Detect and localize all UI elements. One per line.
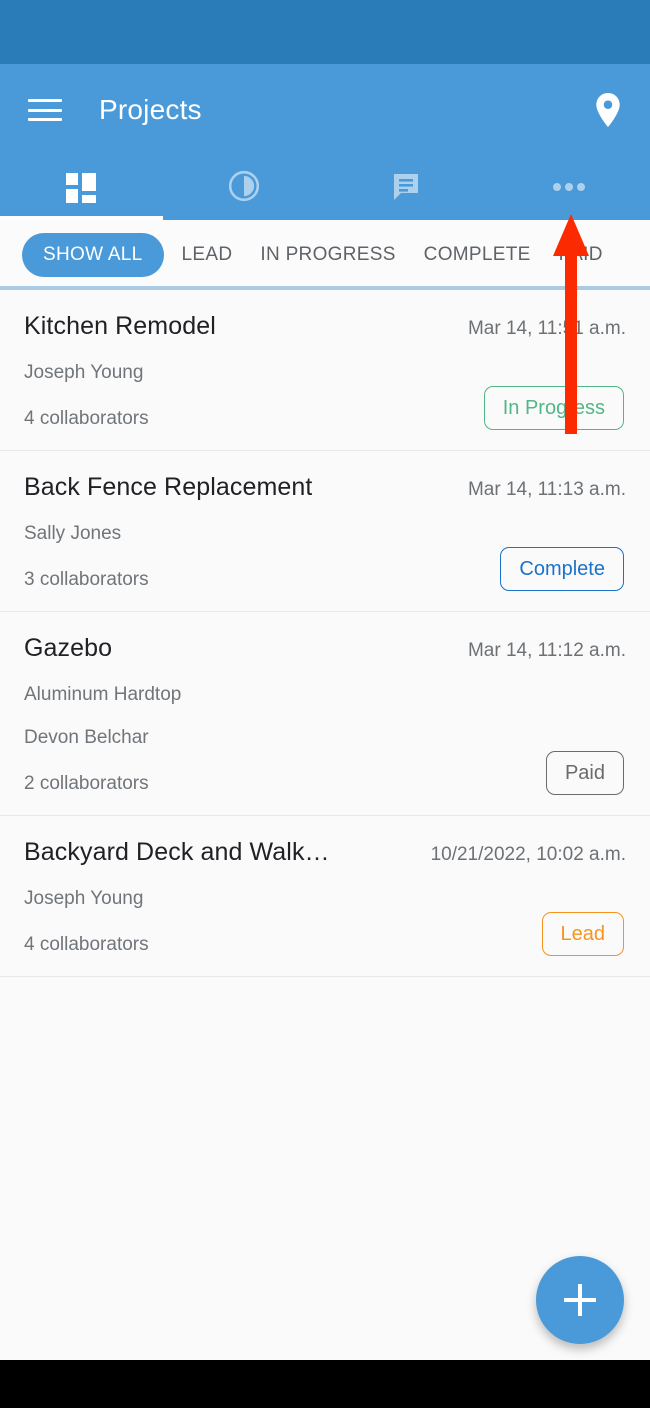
row-header: Kitchen Remodel Mar 14, 11:51 a.m. — [24, 312, 626, 341]
tab-messages[interactable] — [325, 156, 488, 220]
project-date: Mar 14, 11:13 a.m. — [467, 479, 626, 500]
table-row[interactable]: Backyard Deck and Walk… 10/21/2022, 10:0… — [0, 816, 650, 977]
status-badge[interactable]: In Progress — [483, 386, 624, 430]
plus-icon-vertical — [578, 1284, 582, 1316]
table-row[interactable]: Kitchen Remodel Mar 14, 11:51 a.m. Josep… — [0, 290, 650, 451]
project-owner: Joseph Young — [24, 362, 144, 383]
project-list: Kitchen Remodel Mar 14, 11:51 a.m. Josep… — [0, 290, 650, 977]
app-bar-top: Projects — [0, 64, 650, 156]
tab-dashboard[interactable] — [0, 156, 163, 220]
row-header: Backyard Deck and Walk… 10/21/2022, 10:0… — [24, 838, 626, 867]
tab-more[interactable] — [488, 156, 650, 220]
project-date: Mar 14, 11:12 a.m. — [467, 640, 626, 661]
system-navigation-bar — [0, 1360, 650, 1408]
project-title: Kitchen Remodel — [24, 312, 216, 340]
filter-chip-paid[interactable]: PAID — [559, 244, 603, 266]
status-bar — [0, 0, 650, 64]
more-horizontal-icon — [552, 179, 586, 197]
tab-bar — [0, 156, 650, 220]
app-root: Projects SHOW ALL LEAD IN PROGRESS COMPL… — [0, 0, 650, 1408]
chat-bubble-icon — [390, 170, 422, 207]
pie-chart-clock-icon — [227, 169, 261, 208]
status-badge[interactable]: Lead — [541, 912, 624, 956]
project-owner: Sally Jones — [24, 523, 122, 544]
project-collaborators: 2 collaborators — [24, 773, 149, 794]
project-subtitle: Aluminum Hardtop — [24, 684, 182, 705]
filter-chip-complete[interactable]: COMPLETE — [424, 244, 531, 266]
map-pin-icon[interactable] — [588, 90, 628, 130]
row-header: Back Fence Replacement Mar 14, 11:13 a.m… — [24, 473, 626, 502]
project-date: 10/21/2022, 10:02 a.m. — [430, 844, 626, 865]
project-title: Backyard Deck and Walk… — [24, 838, 330, 866]
filter-chip-in-progress[interactable]: IN PROGRESS — [260, 244, 395, 266]
project-title: Gazebo — [24, 634, 113, 662]
filter-chip-show-all[interactable]: SHOW ALL — [22, 233, 164, 277]
status-badge[interactable]: Complete — [500, 547, 624, 591]
table-row[interactable]: Gazebo Mar 14, 11:12 a.m. Aluminum Hardt… — [0, 612, 650, 816]
project-owner: Devon Belchar — [24, 727, 149, 748]
filter-chip-lead[interactable]: LEAD — [182, 244, 233, 266]
app-bar: Projects — [0, 64, 650, 220]
project-collaborators: 4 collaborators — [24, 934, 149, 955]
status-badge[interactable]: Paid — [545, 751, 624, 795]
table-row[interactable]: Back Fence Replacement Mar 14, 11:13 a.m… — [0, 451, 650, 612]
hamburger-menu-icon[interactable] — [28, 97, 62, 123]
row-header: Gazebo Mar 14, 11:12 a.m. — [24, 634, 626, 663]
project-owner: Joseph Young — [24, 888, 144, 909]
page-title: Projects — [99, 94, 202, 125]
filter-chip-row[interactable]: SHOW ALL LEAD IN PROGRESS COMPLETE PAID — [0, 220, 650, 290]
tab-schedule[interactable] — [163, 156, 326, 220]
add-project-button[interactable] — [536, 1256, 624, 1344]
dashboard-grid-icon — [66, 173, 97, 203]
project-title: Back Fence Replacement — [24, 473, 313, 501]
project-date: Mar 14, 11:51 a.m. — [467, 318, 626, 339]
